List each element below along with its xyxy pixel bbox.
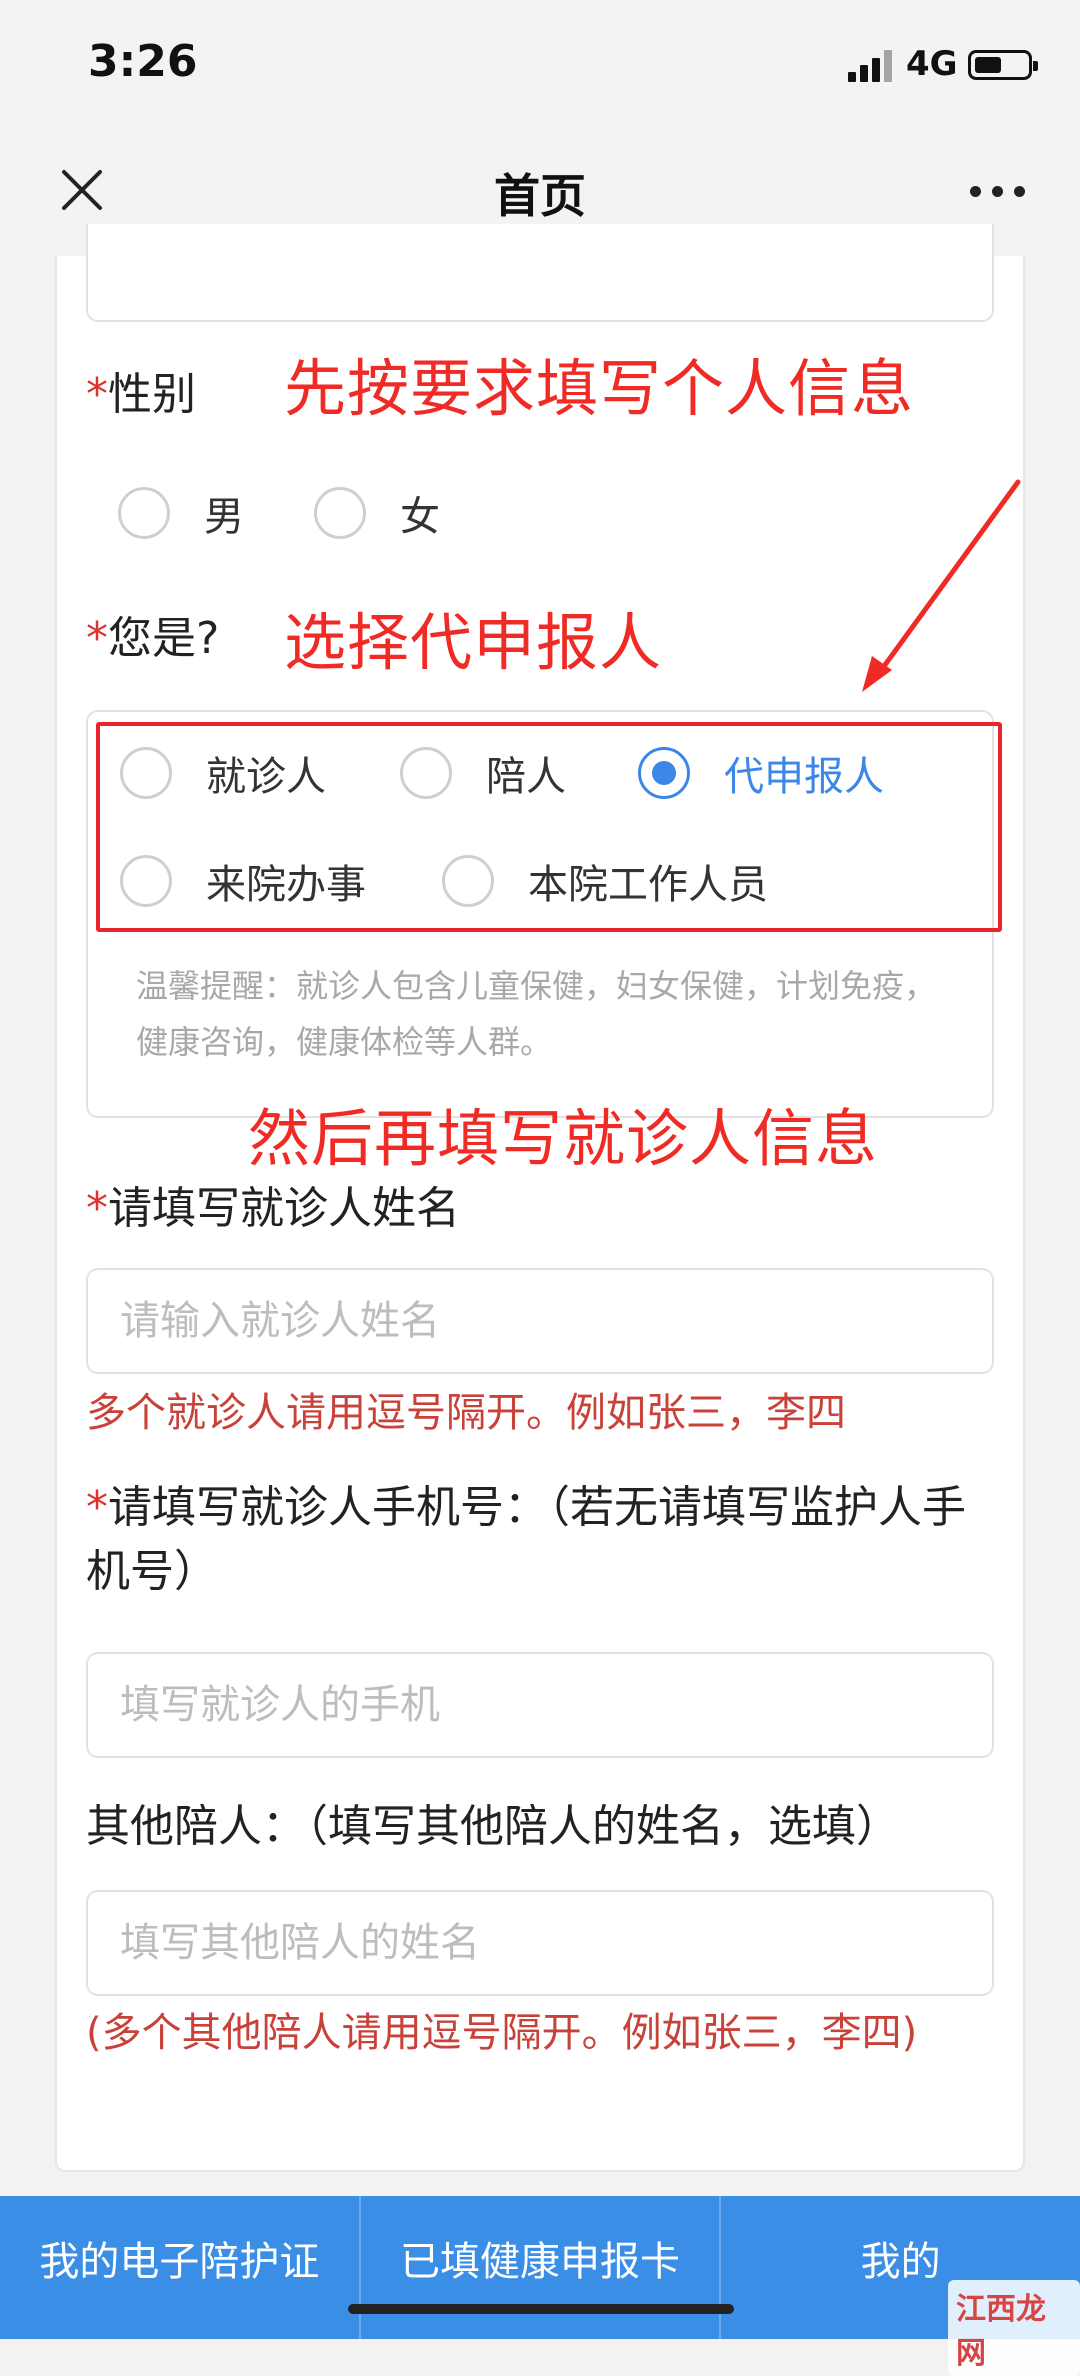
annotation-fill-personal-info: 先按要求填写个人信息 [284,352,915,425]
patient-name-input-box[interactable] [86,1268,994,1374]
companions-hint: (多个其他陪人请用逗号隔开。例如张三，李四) [86,2010,918,2056]
role-reminder: 温馨提醒：就诊人包含儿童保健，妇女保健，计划免疫，健康咨询，健康体检等人群。 [136,967,937,1061]
required-mark: * [86,1183,108,1234]
required-mark: * [86,1482,108,1533]
previous-field-text[interactable] [88,224,992,320]
radio-circle[interactable] [120,855,172,907]
companions-input-box[interactable] [86,1890,994,1996]
network-type: 4G [906,44,958,84]
patient-name-label: *请填写就诊人姓名 [86,1183,460,1234]
role-option-companion[interactable]: 陪人 [400,744,566,802]
required-mark: * [86,369,108,420]
watermark-logo: 江西龙网 [948,2280,1080,2376]
annotation-choose-agent: 选择代申报人 [284,606,663,679]
companions-input[interactable] [88,1892,992,1994]
battery-icon [968,50,1038,80]
radio-circle[interactable] [118,487,170,539]
page-title: 首页 [494,169,586,223]
required-mark: * [86,613,108,664]
status-time: 3:26 [88,36,198,87]
role-option-errand[interactable]: 来院办事 [120,852,366,910]
patient-phone-input[interactable] [88,1654,992,1756]
patient-phone-input-box[interactable] [86,1652,994,1758]
previous-field-input[interactable] [86,224,994,322]
radio-circle-selected[interactable] [638,747,690,799]
annotation-then-fill-patient: 然后再填写就诊人信息 [248,1102,879,1175]
bottom-tab-bar: 我的电子陪护证 已填健康申报卡 我的 [0,2196,1080,2339]
gender-label: *性别 [86,369,196,420]
signal-icon [848,48,894,82]
companions-label: 其他陪人：（填写其他陪人的姓名，选填） [86,1801,900,1852]
radio-circle[interactable] [314,487,366,539]
patient-name-input[interactable] [88,1270,992,1372]
gender-option-male[interactable]: 男 [118,484,244,542]
role-option-staff[interactable]: 本院工作人员 [442,852,768,910]
role-option-patient[interactable]: 就诊人 [120,744,326,802]
role-option-agent[interactable]: 代申报人 [638,744,884,802]
tab-filled-health-cards[interactable]: 已填健康申报卡 [358,2196,720,2339]
patient-phone-label: *请填写就诊人手机号：（若无请填写监护人手机号） [86,1482,966,1597]
radio-circle[interactable] [120,747,172,799]
tab-my-escort-pass[interactable]: 我的电子陪护证 [0,2196,359,2339]
radio-circle[interactable] [400,747,452,799]
gender-option-female[interactable]: 女 [314,484,440,542]
radio-circle[interactable] [442,855,494,907]
more-icon[interactable] [970,186,1026,198]
home-indicator [348,2304,734,2314]
role-label: *您是? [86,613,220,664]
patient-name-hint: 多个就诊人请用逗号隔开。例如张三，李四 [86,1390,846,1436]
